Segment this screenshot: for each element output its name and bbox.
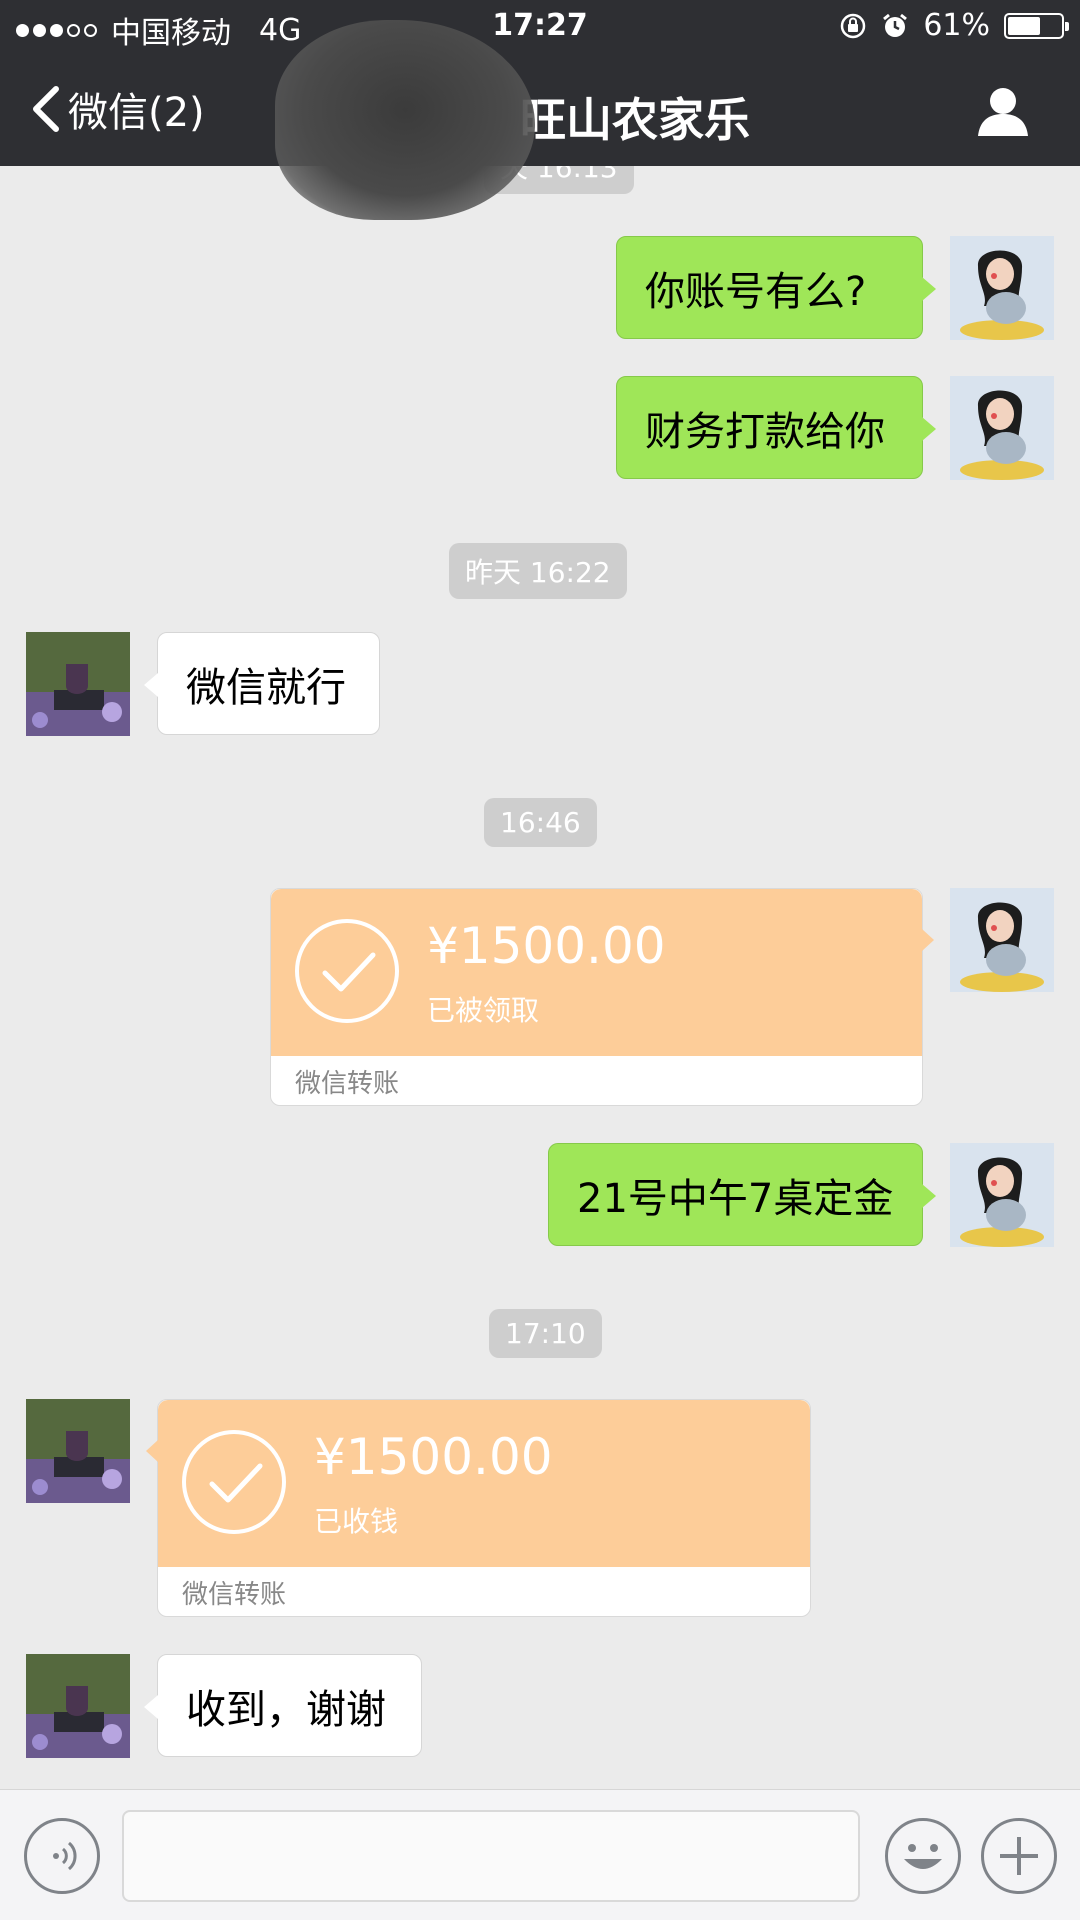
orientation-lock-icon <box>841 13 866 38</box>
avatar-illustration-icon <box>950 888 1054 992</box>
transfer-amount: ¥1500.00 <box>427 917 666 975</box>
nav-bar: 微信(2) 旺山农家乐 <box>0 54 1080 166</box>
transfer-label: 微信转账 <box>182 1579 287 1610</box>
back-label: 微信(2) <box>68 90 205 136</box>
transfer-card-received[interactable]: ¥1500.00 已收钱 微信转账 <box>146 1399 811 1617</box>
message-bubble-mine[interactable]: 财务打款给你 <box>616 376 936 479</box>
my-avatar[interactable] <box>950 1143 1054 1247</box>
avatar-photo-icon <box>26 1654 130 1758</box>
transfer-card-sent[interactable]: ¥1500.00 已被领取 微信转账 <box>270 888 934 1106</box>
message-bubble-mine[interactable]: 21号中午7桌定金 <box>548 1143 936 1246</box>
chevron-left-icon <box>33 86 59 132</box>
contact-avatar[interactable] <box>26 1399 130 1503</box>
message-bubble-other[interactable]: 收到，谢谢 <box>144 1654 422 1757</box>
back-button[interactable]: 微信(2) <box>28 80 205 138</box>
avatar-photo-icon <box>26 1399 130 1503</box>
avatar-illustration-icon <box>950 1143 1054 1247</box>
contact-avatar[interactable] <box>26 1654 130 1758</box>
voice-icon <box>53 1841 77 1871</box>
avatar-photo-icon <box>26 632 130 736</box>
transfer-status: 已被领取 <box>427 994 540 1027</box>
my-avatar[interactable] <box>950 376 1054 480</box>
contact-avatar[interactable] <box>26 632 130 736</box>
top-bar: 中国移动 4G 17:27 61% 微信(2) 旺山农家乐 <box>0 0 1080 166</box>
my-avatar[interactable] <box>950 236 1054 340</box>
my-avatar[interactable] <box>950 888 1054 992</box>
transfer-label: 微信转账 <box>295 1068 400 1099</box>
check-circle-icon <box>295 919 399 1023</box>
timestamp: 17:10 <box>489 1309 602 1358</box>
timestamp: 16:46 <box>484 798 597 847</box>
check-circle-icon <box>182 1430 286 1534</box>
transfer-header: ¥1500.00 已收钱 <box>158 1400 810 1567</box>
status-right: 61% <box>839 8 1069 43</box>
input-bar <box>0 1789 1080 1920</box>
emoji-icon <box>904 1844 942 1869</box>
alarm-icon <box>883 13 908 37</box>
status-bar: 中国移动 4G 17:27 61% <box>0 0 1080 54</box>
battery-percent: 61% <box>923 8 990 43</box>
avatar-illustration-icon <box>950 376 1054 480</box>
contact-info-icon[interactable] <box>976 84 1030 138</box>
battery-icon <box>1004 12 1069 39</box>
message-bubble-other[interactable]: 微信就行 <box>144 632 380 735</box>
chat-area[interactable]: 天 16:13 你账号有么? 财务打款给你 昨天 16:22 微信就行 16:4… <box>0 166 1080 1789</box>
message-bubble-mine[interactable]: 你账号有么? <box>616 236 936 339</box>
message-input[interactable] <box>122 1810 860 1902</box>
chat-title: 旺山农家乐 <box>520 93 750 147</box>
plus-icon <box>1000 1837 1038 1875</box>
more-button[interactable] <box>981 1818 1057 1894</box>
transfer-amount: ¥1500.00 <box>314 1428 553 1486</box>
transfer-status: 已收钱 <box>314 1505 399 1538</box>
voice-button[interactable] <box>24 1818 100 1894</box>
transfer-header: ¥1500.00 已被领取 <box>271 889 922 1056</box>
avatar-illustration-icon <box>950 236 1054 340</box>
emoji-button[interactable] <box>885 1818 961 1894</box>
timestamp: 昨天 16:22 <box>449 543 627 599</box>
